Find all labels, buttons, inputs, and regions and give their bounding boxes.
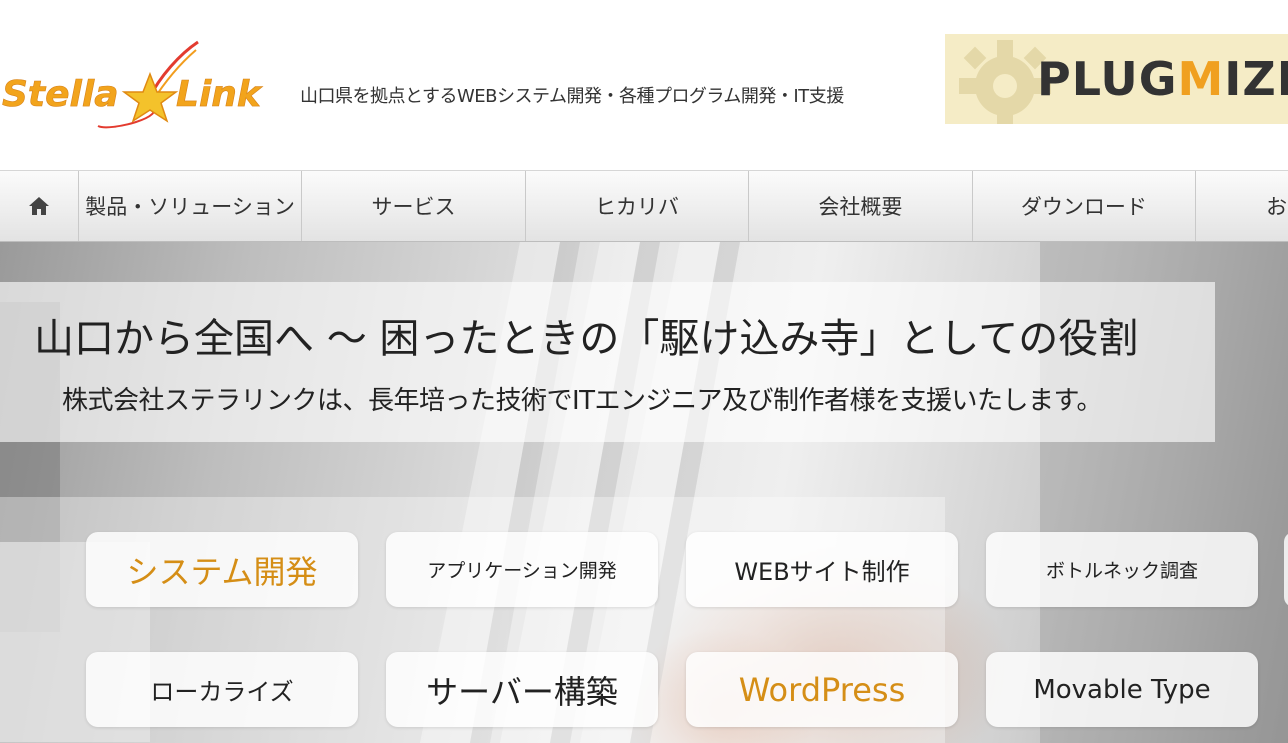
home-icon bbox=[28, 197, 49, 215]
hero-headline: 山口から全国へ ～ 困ったときの「駆け込み寺」としての役割 bbox=[34, 316, 1139, 362]
nav-item-products[interactable]: 製品・ソリューション bbox=[79, 171, 303, 241]
nav-item-hikariba[interactable]: ヒカリバ bbox=[526, 171, 750, 241]
tile-server[interactable]: サーバー構築 bbox=[386, 652, 658, 727]
logo-text-link: Link bbox=[176, 74, 263, 115]
banner-text-accent: M bbox=[1177, 52, 1225, 106]
plugmize-banner[interactable]: PLUGMIZE bbox=[945, 34, 1288, 124]
nav-item-company[interactable]: 会社概要 bbox=[749, 171, 973, 241]
tile-app-dev[interactable]: アプリケーション開発 bbox=[386, 532, 658, 607]
tile-system-dev[interactable]: システム開発 bbox=[86, 532, 358, 607]
nav-item-download[interactable]: ダウンロード bbox=[973, 171, 1197, 241]
stella-link-logo[interactable]: Stella Link bbox=[0, 36, 280, 136]
tile-localize[interactable]: ローカライズ bbox=[86, 652, 358, 727]
tile-partial[interactable] bbox=[1284, 532, 1288, 607]
nav-item-services[interactable]: サービス bbox=[302, 171, 526, 241]
logo-text-stella: Stella bbox=[2, 74, 119, 115]
tile-wordpress[interactable]: WordPress bbox=[686, 652, 958, 727]
page: Stella Link 山口県を拠点とするWEBシステム開発・各種プログラム開発… bbox=[0, 0, 1288, 743]
site-header: Stella Link 山口県を拠点とするWEBシステム開発・各種プログラム開発… bbox=[0, 0, 1288, 170]
site-tagline: 山口県を拠点とするWEBシステム開発・各種プログラム開発・IT支援 bbox=[300, 86, 844, 107]
tile-bottleneck[interactable]: ボトルネック調査 bbox=[986, 532, 1258, 607]
hero-subline: 株式会社ステラリンクは、長年培った技術でITエンジニア及び制作者様を支援いたしま… bbox=[62, 386, 1102, 416]
tile-web-dev[interactable]: WEBサイト制作 bbox=[686, 532, 958, 607]
main-nav: 製品・ソリューション サービス ヒカリバ 会社概要 ダウンロード お bbox=[0, 170, 1288, 242]
banner-text: PLUGMIZE bbox=[1037, 52, 1288, 106]
nav-item-contact[interactable]: お bbox=[1196, 171, 1288, 241]
hero-section: 山口から全国へ ～ 困ったときの「駆け込み寺」としての役割 株式会社ステラリンク… bbox=[0, 242, 1288, 743]
banner-text-suffix: IZE bbox=[1224, 52, 1288, 106]
nav-home[interactable] bbox=[0, 171, 79, 241]
tile-movable-type[interactable]: Movable Type bbox=[986, 652, 1258, 727]
banner-text-prefix: PLUG bbox=[1037, 52, 1178, 106]
